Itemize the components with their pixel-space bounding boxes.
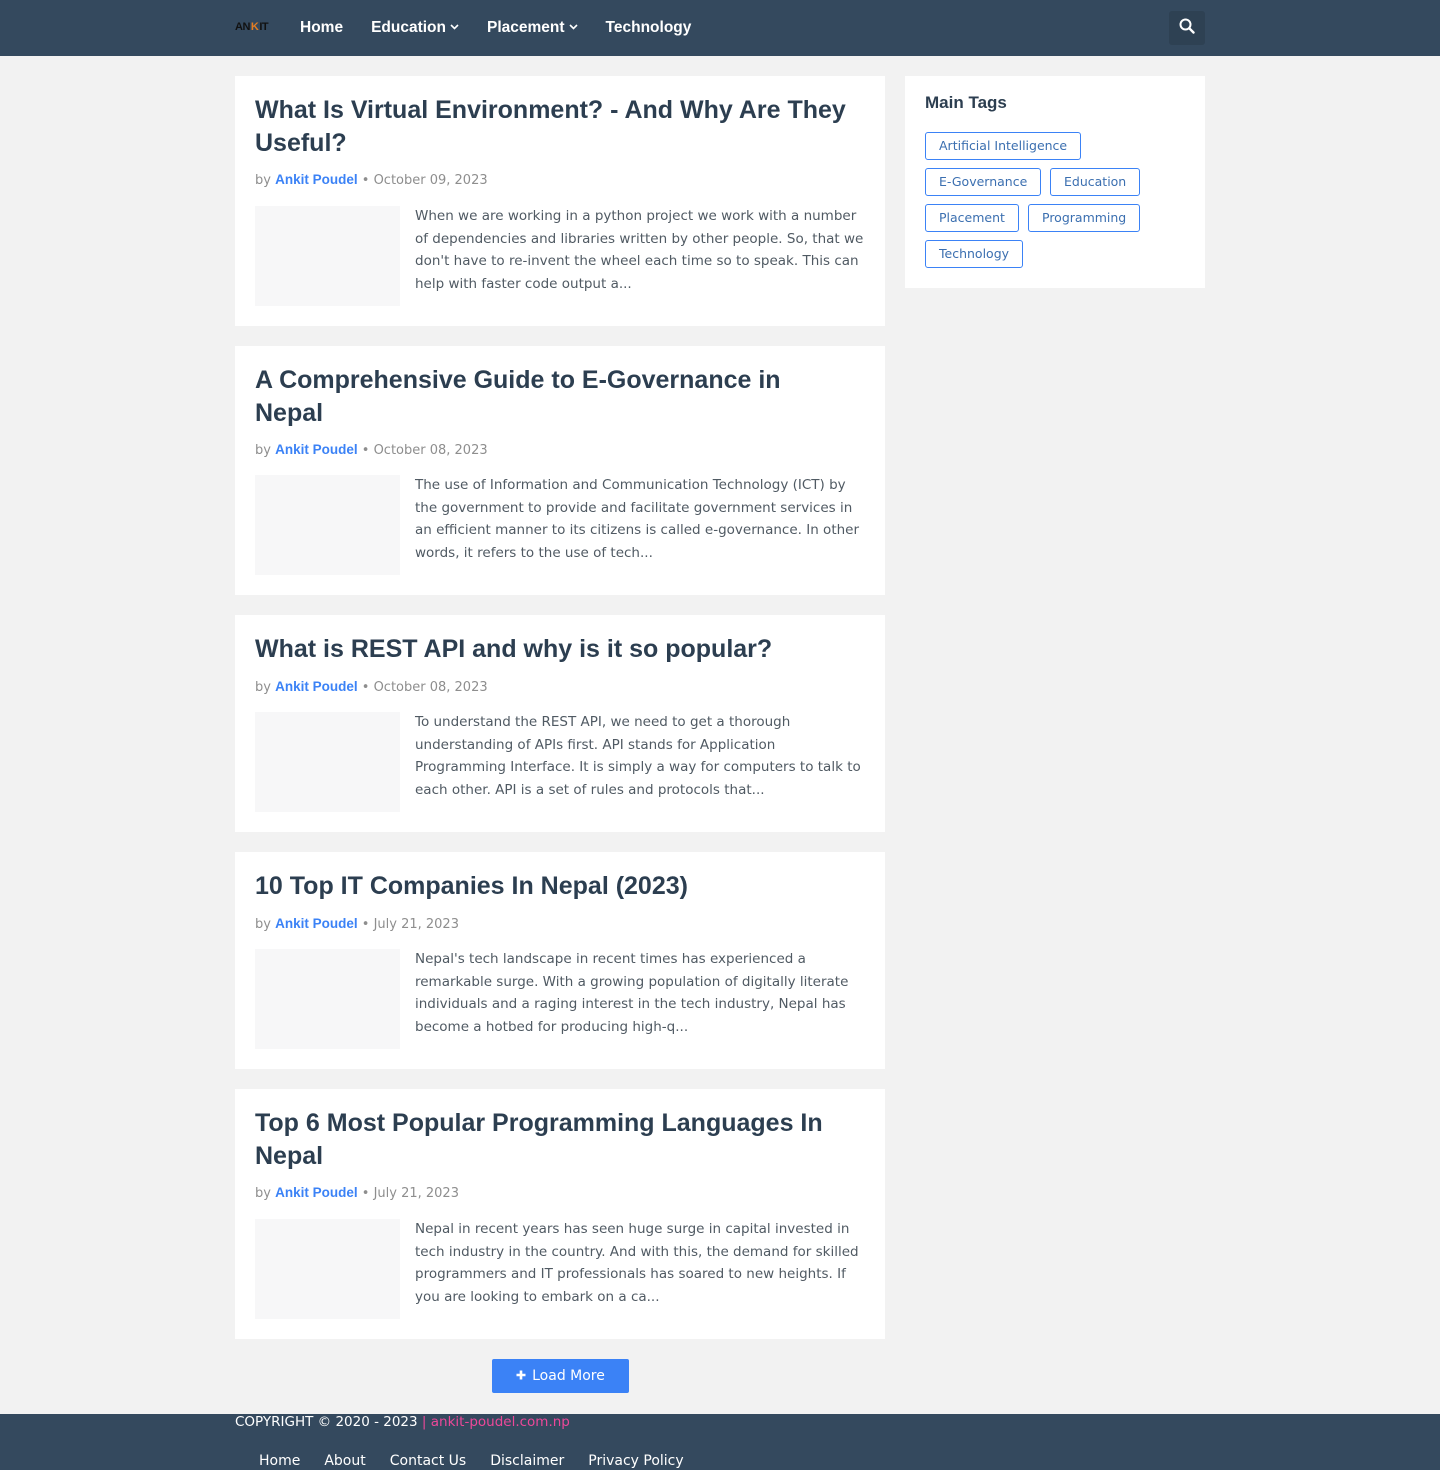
post-meta: by Ankit Poudel • October 08, 2023 xyxy=(255,442,488,458)
copyright-text: COPYRIGHT © 2020 - 2023 | ankit-poudel.c… xyxy=(235,1414,570,1430)
post-by: by xyxy=(255,917,271,932)
post-card: 10 Top IT Companies In Nepal (2023) by A… xyxy=(235,852,885,1069)
load-more-button[interactable]: Load More xyxy=(492,1359,629,1393)
footer-link-about[interactable]: About xyxy=(324,1453,365,1469)
navbar-inner: AN K IT Home Education Placement Technolog… xyxy=(235,0,1205,56)
post-meta: by Ankit Poudel • October 08, 2023 xyxy=(255,679,488,695)
post-date: October 08, 2023 xyxy=(373,680,488,695)
nav-item-home-label: Home xyxy=(300,19,344,36)
post-by: by xyxy=(255,173,271,188)
search-icon xyxy=(1179,18,1195,38)
post-by: by xyxy=(255,680,271,695)
post-title[interactable]: A Comprehensive Guide to E-Governance in… xyxy=(255,364,855,430)
search-button[interactable] xyxy=(1169,11,1205,45)
top-navbar: AN K IT Home Education Placement Technolog… xyxy=(0,0,1440,56)
post-date: July 21, 2023 xyxy=(373,1186,459,1201)
main-nav: Home Education Placement Technology xyxy=(300,0,691,56)
footer-link-home[interactable]: Home xyxy=(259,1453,300,1469)
sidebar-title: Main Tags xyxy=(925,93,1007,112)
post-title[interactable]: What is REST API and why is it so popula… xyxy=(255,633,855,666)
post-meta: by Ankit Poudel • July 21, 2023 xyxy=(255,1185,459,1201)
post-card: What Is Virtual Environment? - And Why A… xyxy=(235,76,885,326)
post-date: October 09, 2023 xyxy=(373,173,488,188)
logo-text-part-2: K xyxy=(250,21,259,33)
load-more-label: Load More xyxy=(532,1368,605,1384)
site-footer: COPYRIGHT © 2020 - 2023 | ankit-poudel.c… xyxy=(0,1414,1440,1470)
chevron-down-icon xyxy=(450,22,459,33)
nav-item-placement[interactable]: Placement xyxy=(487,19,578,37)
footer-link-disclaimer[interactable]: Disclaimer xyxy=(490,1453,564,1469)
meta-separator: • xyxy=(361,443,370,458)
post-snippet: To understand the REST API, we need to g… xyxy=(415,714,861,798)
post-title[interactable]: 10 Top IT Companies In Nepal (2023) xyxy=(255,870,855,903)
post-snippet: The use of Information and Communication… xyxy=(415,477,860,561)
meta-separator: • xyxy=(361,680,370,695)
post-thumbnail[interactable] xyxy=(255,949,400,1049)
post-date: October 08, 2023 xyxy=(373,443,488,458)
post-meta: by Ankit Poudel • October 09, 2023 xyxy=(255,172,488,188)
meta-separator: • xyxy=(361,917,370,932)
post-meta: by Ankit Poudel • July 21, 2023 xyxy=(255,916,459,932)
post-thumbnail[interactable] xyxy=(255,206,400,306)
chevron-down-icon xyxy=(568,22,578,33)
meta-separator: • xyxy=(361,1186,370,1201)
tag-education[interactable]: Education xyxy=(1050,168,1141,196)
post-title[interactable]: Top 6 Most Popular Programming Languages… xyxy=(255,1107,855,1173)
nav-item-technology[interactable]: Technology xyxy=(606,19,692,37)
nav-item-technology-label: Technology xyxy=(605,19,692,36)
logo-text-part-1: AN xyxy=(235,21,250,33)
tag-programming[interactable]: Programming xyxy=(1028,204,1141,232)
nav-item-placement-label: Placement xyxy=(487,19,565,36)
footer-link-contact-us[interactable]: Contact Us xyxy=(390,1453,466,1469)
post-thumbnail[interactable] xyxy=(255,712,400,812)
post-by: by xyxy=(255,443,271,458)
post-title[interactable]: What Is Virtual Environment? - And Why A… xyxy=(255,94,855,160)
post-author-link[interactable]: Ankit Poudel xyxy=(275,916,358,931)
meta-separator: • xyxy=(361,173,370,188)
post-thumbnail[interactable] xyxy=(255,475,400,575)
footer-links: Home About Contact Us Disclaimer Privacy… xyxy=(259,1453,684,1469)
post-author-link[interactable]: Ankit Poudel xyxy=(275,1185,358,1200)
footer-link-privacy-policy[interactable]: Privacy Policy xyxy=(588,1453,683,1469)
post-author-link[interactable]: Ankit Poudel xyxy=(275,442,358,457)
plus-icon xyxy=(516,1368,526,1384)
tag-e-governance[interactable]: E-Governance xyxy=(925,168,1042,196)
post-date: July 21, 2023 xyxy=(373,917,459,932)
post-snippet: Nepal in recent years has seen huge surg… xyxy=(415,1221,859,1305)
site-logo[interactable]: AN K IT xyxy=(235,20,271,34)
post-author-link[interactable]: Ankit Poudel xyxy=(275,172,358,187)
nav-item-education-label: Education xyxy=(371,19,446,36)
sidebar-tags-widget: Main Tags Artificial Intelligence E-Gove… xyxy=(905,76,1205,288)
footer-site-link[interactable]: | ankit-poudel.com.np xyxy=(422,1414,570,1430)
tag-artificial-intelligence[interactable]: Artificial Intelligence xyxy=(925,132,1082,160)
copyright-label: COPYRIGHT © 2020 - 2023 xyxy=(235,1414,418,1430)
logo-text-part-3: IT xyxy=(259,21,269,33)
post-thumbnail[interactable] xyxy=(255,1219,400,1319)
tag-technology[interactable]: Technology xyxy=(925,240,1024,268)
post-card: What is REST API and why is it so popula… xyxy=(235,615,885,832)
post-author-link[interactable]: Ankit Poudel xyxy=(275,679,358,694)
post-snippet: When we are working in a python project … xyxy=(415,208,864,292)
nav-item-education[interactable]: Education xyxy=(371,19,459,37)
post-card: A Comprehensive Guide to E-Governance in… xyxy=(235,346,885,595)
post-by: by xyxy=(255,1186,271,1201)
nav-item-home[interactable]: Home xyxy=(300,19,343,37)
tag-placement[interactable]: Placement xyxy=(925,204,1019,232)
post-card: Top 6 Most Popular Programming Languages… xyxy=(235,1089,885,1339)
post-snippet: Nepal's tech landscape in recent times h… xyxy=(415,951,849,1035)
